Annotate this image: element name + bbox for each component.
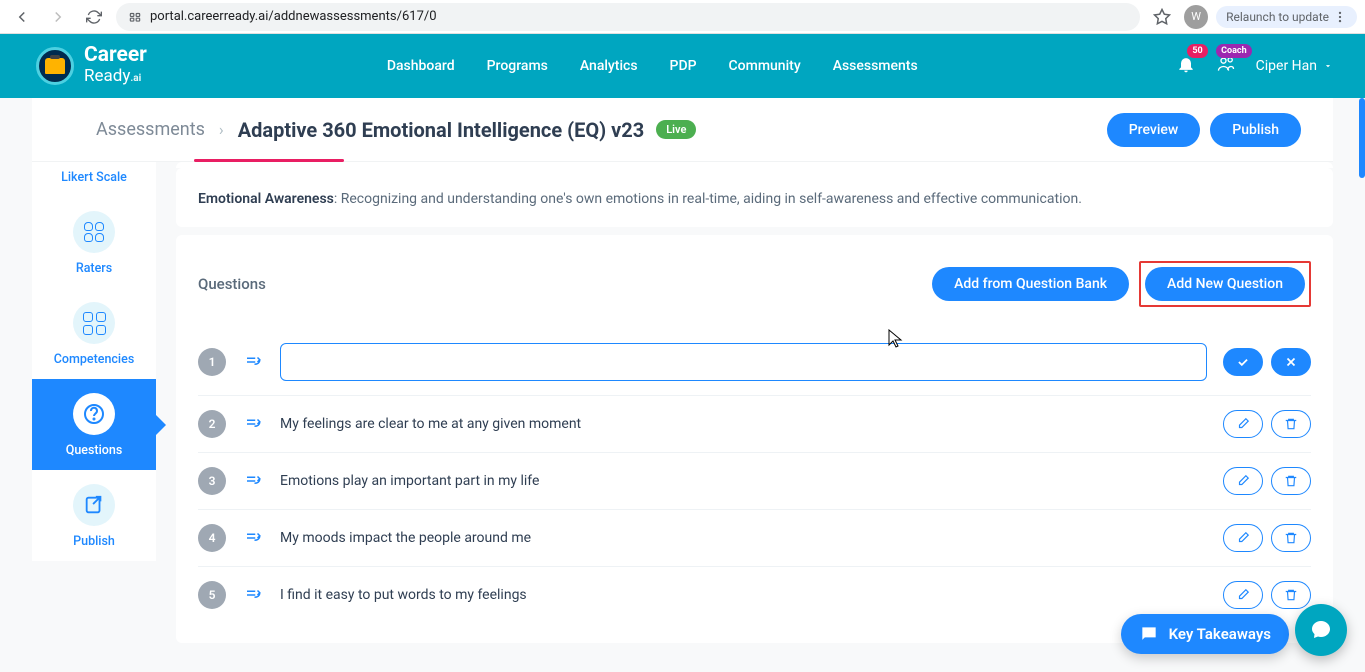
edit-button[interactable] [1223,524,1263,552]
relaunch-button[interactable]: Relaunch to update [1216,6,1357,28]
nav-dashboard[interactable]: Dashboard [387,58,455,74]
question-row: 3 Emotions play an important part in my l… [198,453,1311,510]
question-text: My feelings are clear to me at any given… [280,416,1207,432]
edit-button[interactable] [1223,581,1263,609]
breadcrumb-root[interactable]: Assessments [96,119,205,140]
nav-assessments[interactable]: Assessments [833,58,918,74]
bookmark-star-icon[interactable] [1148,3,1176,31]
cancel-button[interactable] [1271,348,1311,376]
add-from-bank-button[interactable]: Add from Question Bank [932,267,1129,301]
tutorial-highlight: Add New Question [1139,261,1311,307]
rail-publish[interactable]: Publish [32,470,156,561]
reorder-icon[interactable] [242,472,264,490]
question-number: 3 [198,467,226,495]
reorder-icon[interactable] [242,529,264,547]
logo-icon [36,47,74,85]
delete-button[interactable] [1271,467,1311,495]
confirm-button[interactable] [1223,348,1263,376]
chat-bubble-icon [1139,624,1159,644]
speech-icon [1309,618,1333,642]
question-text: My moods impact the people around me [280,530,1207,546]
site-settings-icon [128,10,142,24]
preview-button[interactable]: Preview [1107,113,1201,147]
delete-button[interactable] [1271,581,1311,609]
breadcrumb: Assessments › Adaptive 360 Emotional Int… [32,98,1333,162]
delete-button[interactable] [1271,524,1311,552]
questions-icon [73,393,115,435]
nav-programs[interactable]: Programs [487,58,548,74]
delete-button[interactable] [1271,410,1311,438]
logo[interactable]: Career Ready.ai [36,46,147,86]
rail-competencies[interactable]: Competencies [32,288,156,379]
forward-icon[interactable] [44,3,72,31]
network-badge: Coach [1216,44,1252,58]
scrollbar-indicator[interactable] [1359,98,1365,178]
notif-badge: 50 [1187,44,1207,58]
chat-fab[interactable] [1295,604,1347,656]
chevron-down-icon [1323,61,1333,71]
browser-toolbar: portal.careerready.ai/addnewassessments/… [0,0,1365,34]
reorder-icon[interactable] [242,353,264,371]
edit-button[interactable] [1223,410,1263,438]
key-takeaways-button[interactable]: Key Takeaways [1121,614,1289,654]
question-number: 2 [198,410,226,438]
main-nav: Dashboard Programs Analytics PDP Communi… [387,58,918,74]
question-text: I find it easy to put words to my feelin… [280,587,1207,603]
question-row: 2 My feelings are clear to me at any give… [198,396,1311,453]
reorder-icon[interactable] [242,586,264,604]
raters-icon [73,211,115,253]
add-new-question-button[interactable]: Add New Question [1145,267,1305,301]
profile-avatar[interactable]: W [1184,5,1208,29]
question-number: 1 [198,348,226,376]
logo-text: Career Ready.ai [84,46,147,86]
question-number: 5 [198,581,226,609]
page-title: Adaptive 360 Emotional Intelligence (EQ)… [238,118,645,142]
rail-likert[interactable]: Likert Scale [32,162,156,197]
url-text: portal.careerready.ai/addnewassessments/… [150,9,437,24]
publish-button[interactable]: Publish [1210,113,1301,147]
publish-icon [73,484,115,526]
questions-title: Questions [198,275,266,293]
address-bar[interactable]: portal.careerready.ai/addnewassessments/… [116,3,1140,31]
question-text: Emotions play an important part in my li… [280,473,1207,489]
network-icon[interactable]: Coach [1216,54,1236,78]
reorder-icon[interactable] [242,415,264,433]
questions-panel: Questions Add from Question Bank Add New… [176,235,1333,643]
rail-questions[interactable]: Questions [32,379,156,470]
notifications-bell[interactable]: 50 [1176,54,1196,78]
nav-pdp[interactable]: PDP [670,58,697,74]
question-row: 4 My moods impact the people around me [198,510,1311,567]
question-number: 4 [198,524,226,552]
status-badge: Live [656,120,696,139]
nav-analytics[interactable]: Analytics [580,58,638,74]
question-input[interactable] [280,343,1207,381]
user-menu[interactable]: Ciper Han [1256,58,1333,74]
nav-community[interactable]: Community [729,58,801,74]
rail-raters[interactable]: Raters [32,197,156,288]
edit-button[interactable] [1223,467,1263,495]
content-panel: Emotional Awareness: Recognizing and und… [156,162,1333,643]
competency-description: Emotional Awareness: Recognizing and und… [176,168,1333,227]
reload-icon[interactable] [80,3,108,31]
side-rail: Likert Scale Raters Competencies Questio… [32,162,156,643]
chevron-right-icon: › [219,120,224,139]
competencies-icon [73,302,115,344]
app-header: Career Ready.ai Dashboard Programs Analy… [0,34,1365,98]
back-icon[interactable] [8,3,36,31]
question-row: 1 [198,329,1311,396]
